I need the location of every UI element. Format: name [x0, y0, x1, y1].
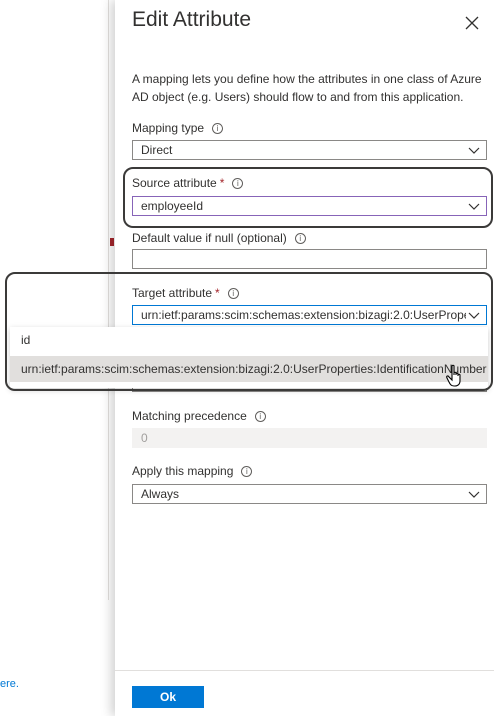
close-icon	[465, 16, 479, 30]
default-value-input[interactable]	[132, 249, 487, 269]
info-icon[interactable]: i	[294, 232, 306, 244]
info-icon[interactable]: i	[212, 122, 224, 134]
chevron-down-icon	[468, 491, 480, 498]
hand-pointer-icon	[446, 364, 461, 387]
chevron-down-icon	[468, 147, 480, 154]
default-value-label-text: Default value if null (optional)	[132, 231, 287, 245]
apply-mapping-value: Always	[141, 487, 180, 501]
mapping-type-value: Direct	[141, 143, 173, 157]
default-value-label: Default value if null (optional) i	[132, 231, 306, 245]
apply-mapping-label: Apply this mapping i	[132, 464, 253, 478]
mapping-type-label-text: Mapping type	[132, 121, 205, 135]
source-attribute-highlight	[123, 167, 493, 228]
footer-divider	[115, 670, 494, 671]
panel-title: Edit Attribute	[132, 8, 252, 31]
ok-button[interactable]: Ok	[132, 686, 204, 708]
target-attribute-highlight	[5, 272, 493, 391]
mapping-type-label: Mapping type i	[132, 121, 224, 135]
close-button[interactable]	[461, 12, 483, 34]
info-icon[interactable]: i	[241, 465, 253, 477]
background-error-marker	[110, 238, 114, 246]
panel-description: A mapping lets you define how the attrib…	[132, 72, 482, 104]
background-link[interactable]: ere.	[0, 678, 19, 690]
matching-precedence-value: 0	[141, 431, 148, 445]
matching-precedence-label-text: Matching precedence	[132, 409, 247, 423]
matching-precedence-label: Matching precedence i	[132, 409, 266, 423]
matching-precedence-input: 0	[132, 428, 487, 448]
apply-mapping-select[interactable]: Always	[132, 484, 487, 504]
info-icon[interactable]: i	[254, 410, 266, 422]
apply-mapping-label-text: Apply this mapping	[132, 464, 234, 478]
mapping-type-select[interactable]: Direct	[132, 140, 487, 160]
